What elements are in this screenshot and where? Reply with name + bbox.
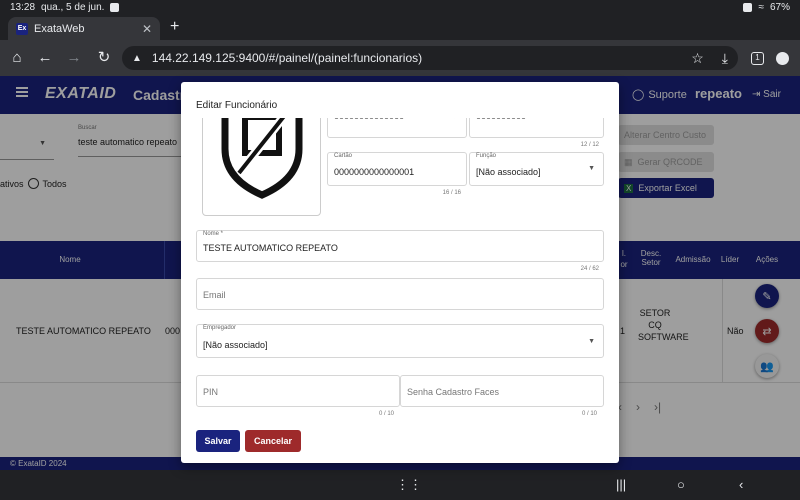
dialog-content[interactable]: 00000000000000 ▼ 0000000000 12 / 12 Cart… xyxy=(181,118,619,428)
pin-placeholder: PIN xyxy=(203,387,219,397)
back-icon[interactable]: ← xyxy=(36,49,54,67)
not-secure-icon[interactable]: ▲ xyxy=(132,53,142,64)
cartao-field[interactable]: Cartão 0000000000000001 xyxy=(327,152,467,186)
tab-title: ExataWeb xyxy=(34,22,85,35)
empregador-select[interactable]: Empregador [Não associado] ▼ xyxy=(196,324,604,358)
email-placeholder: Email xyxy=(203,290,226,300)
battery-level: 67% xyxy=(769,2,790,13)
pin-counter: 0 / 10 xyxy=(378,411,394,417)
chevron-down-icon: ▼ xyxy=(588,165,595,172)
wifi-icon: ≈ xyxy=(758,2,764,13)
home-icon[interactable]: ⌂ xyxy=(8,49,26,67)
chevron-down-icon: ▼ xyxy=(451,118,458,120)
apps-grid-icon[interactable]: ⋮⋮ xyxy=(396,477,422,493)
extension-icon[interactable] xyxy=(776,52,789,65)
save-button[interactable]: Salvar xyxy=(196,430,240,452)
screenshot-icon xyxy=(743,3,753,12)
android-nav-bar: ⋮⋮ ||| ○ ‹ xyxy=(0,470,800,500)
browser-tab[interactable]: Ex ExataWeb ✕ xyxy=(8,17,160,40)
senha-faces-counter: 0 / 10 xyxy=(581,411,597,417)
nome-label: Nome * xyxy=(203,231,224,237)
reload-icon[interactable]: ↻ xyxy=(95,49,113,67)
cartao-label: Cartão xyxy=(334,153,353,159)
close-icon[interactable]: ✕ xyxy=(142,22,152,36)
funcao-select[interactable]: Função [Não associado] ▼ xyxy=(469,152,604,186)
new-tab-icon[interactable]: + xyxy=(170,18,179,36)
address-bar[interactable]: ▲ 144.22.149.125:9400/#/painel/(painel:f… xyxy=(122,46,738,70)
bookmark-star-icon[interactable]: ☆ xyxy=(691,50,704,67)
nome-field[interactable]: Nome * TESTE AUTOMATICO REPEATO xyxy=(196,230,604,262)
browser-toolbar: ⌂ ← → ↻ ▲ 144.22.149.125:9400/#/painel/(… xyxy=(0,40,800,76)
email-field[interactable]: Email xyxy=(196,278,604,310)
nome-counter: 24 / 62 xyxy=(580,266,599,272)
top-right-value: 0000000000 xyxy=(476,118,526,121)
tab-switcher-button[interactable]: 1 xyxy=(751,52,764,65)
date: qua., 5 de jun. xyxy=(41,2,105,13)
employee-photo[interactable] xyxy=(202,118,321,216)
clock: 13:28 xyxy=(10,2,36,13)
download-icon[interactable]: ⤓ xyxy=(722,50,728,67)
cancel-button[interactable]: Cancelar xyxy=(245,430,301,452)
funcao-value: [Não associado] xyxy=(476,167,541,177)
url-text: 144.22.149.125:9400/#/painel/(painel:fun… xyxy=(151,51,423,65)
android-status-bar: 13:28 qua., 5 de jun. ≈ 67% xyxy=(0,0,800,15)
top-right-field[interactable]: 0000000000 xyxy=(469,118,604,138)
pin-field[interactable]: PIN xyxy=(196,375,400,407)
nome-value: TESTE AUTOMATICO REPEATO xyxy=(203,243,338,253)
dialog-title: Editar Funcionário xyxy=(196,100,278,111)
no-photo-icon xyxy=(221,118,303,199)
chevron-down-icon: ▼ xyxy=(588,338,595,345)
back-nav-icon[interactable]: ‹ xyxy=(739,477,743,492)
edit-employee-dialog: Editar Funcionário 00000000000000 ▼ 0000… xyxy=(181,82,619,463)
browser-tab-strip: Ex ExataWeb ✕ + xyxy=(0,15,800,40)
senha-faces-field[interactable]: Senha Cadastro Faces xyxy=(400,375,604,407)
notification-icon xyxy=(110,3,120,12)
home-nav-icon[interactable]: ○ xyxy=(677,477,685,492)
forward-icon[interactable]: → xyxy=(65,49,83,67)
recents-icon[interactable]: ||| xyxy=(616,477,626,492)
empregador-label: Empregador xyxy=(203,325,237,331)
cartao-counter: 16 / 16 xyxy=(442,190,461,196)
cartao-value: 0000000000000001 xyxy=(334,167,415,177)
top-left-field[interactable]: 00000000000000 ▼ xyxy=(327,118,467,138)
top-counter: 12 / 12 xyxy=(580,142,599,148)
senha-faces-placeholder: Senha Cadastro Faces xyxy=(407,387,500,397)
empregador-value: [Não associado] xyxy=(203,340,268,350)
favicon-icon: Ex xyxy=(16,22,28,35)
top-left-value: 00000000000000 xyxy=(334,118,404,121)
funcao-label: Função xyxy=(476,153,497,159)
